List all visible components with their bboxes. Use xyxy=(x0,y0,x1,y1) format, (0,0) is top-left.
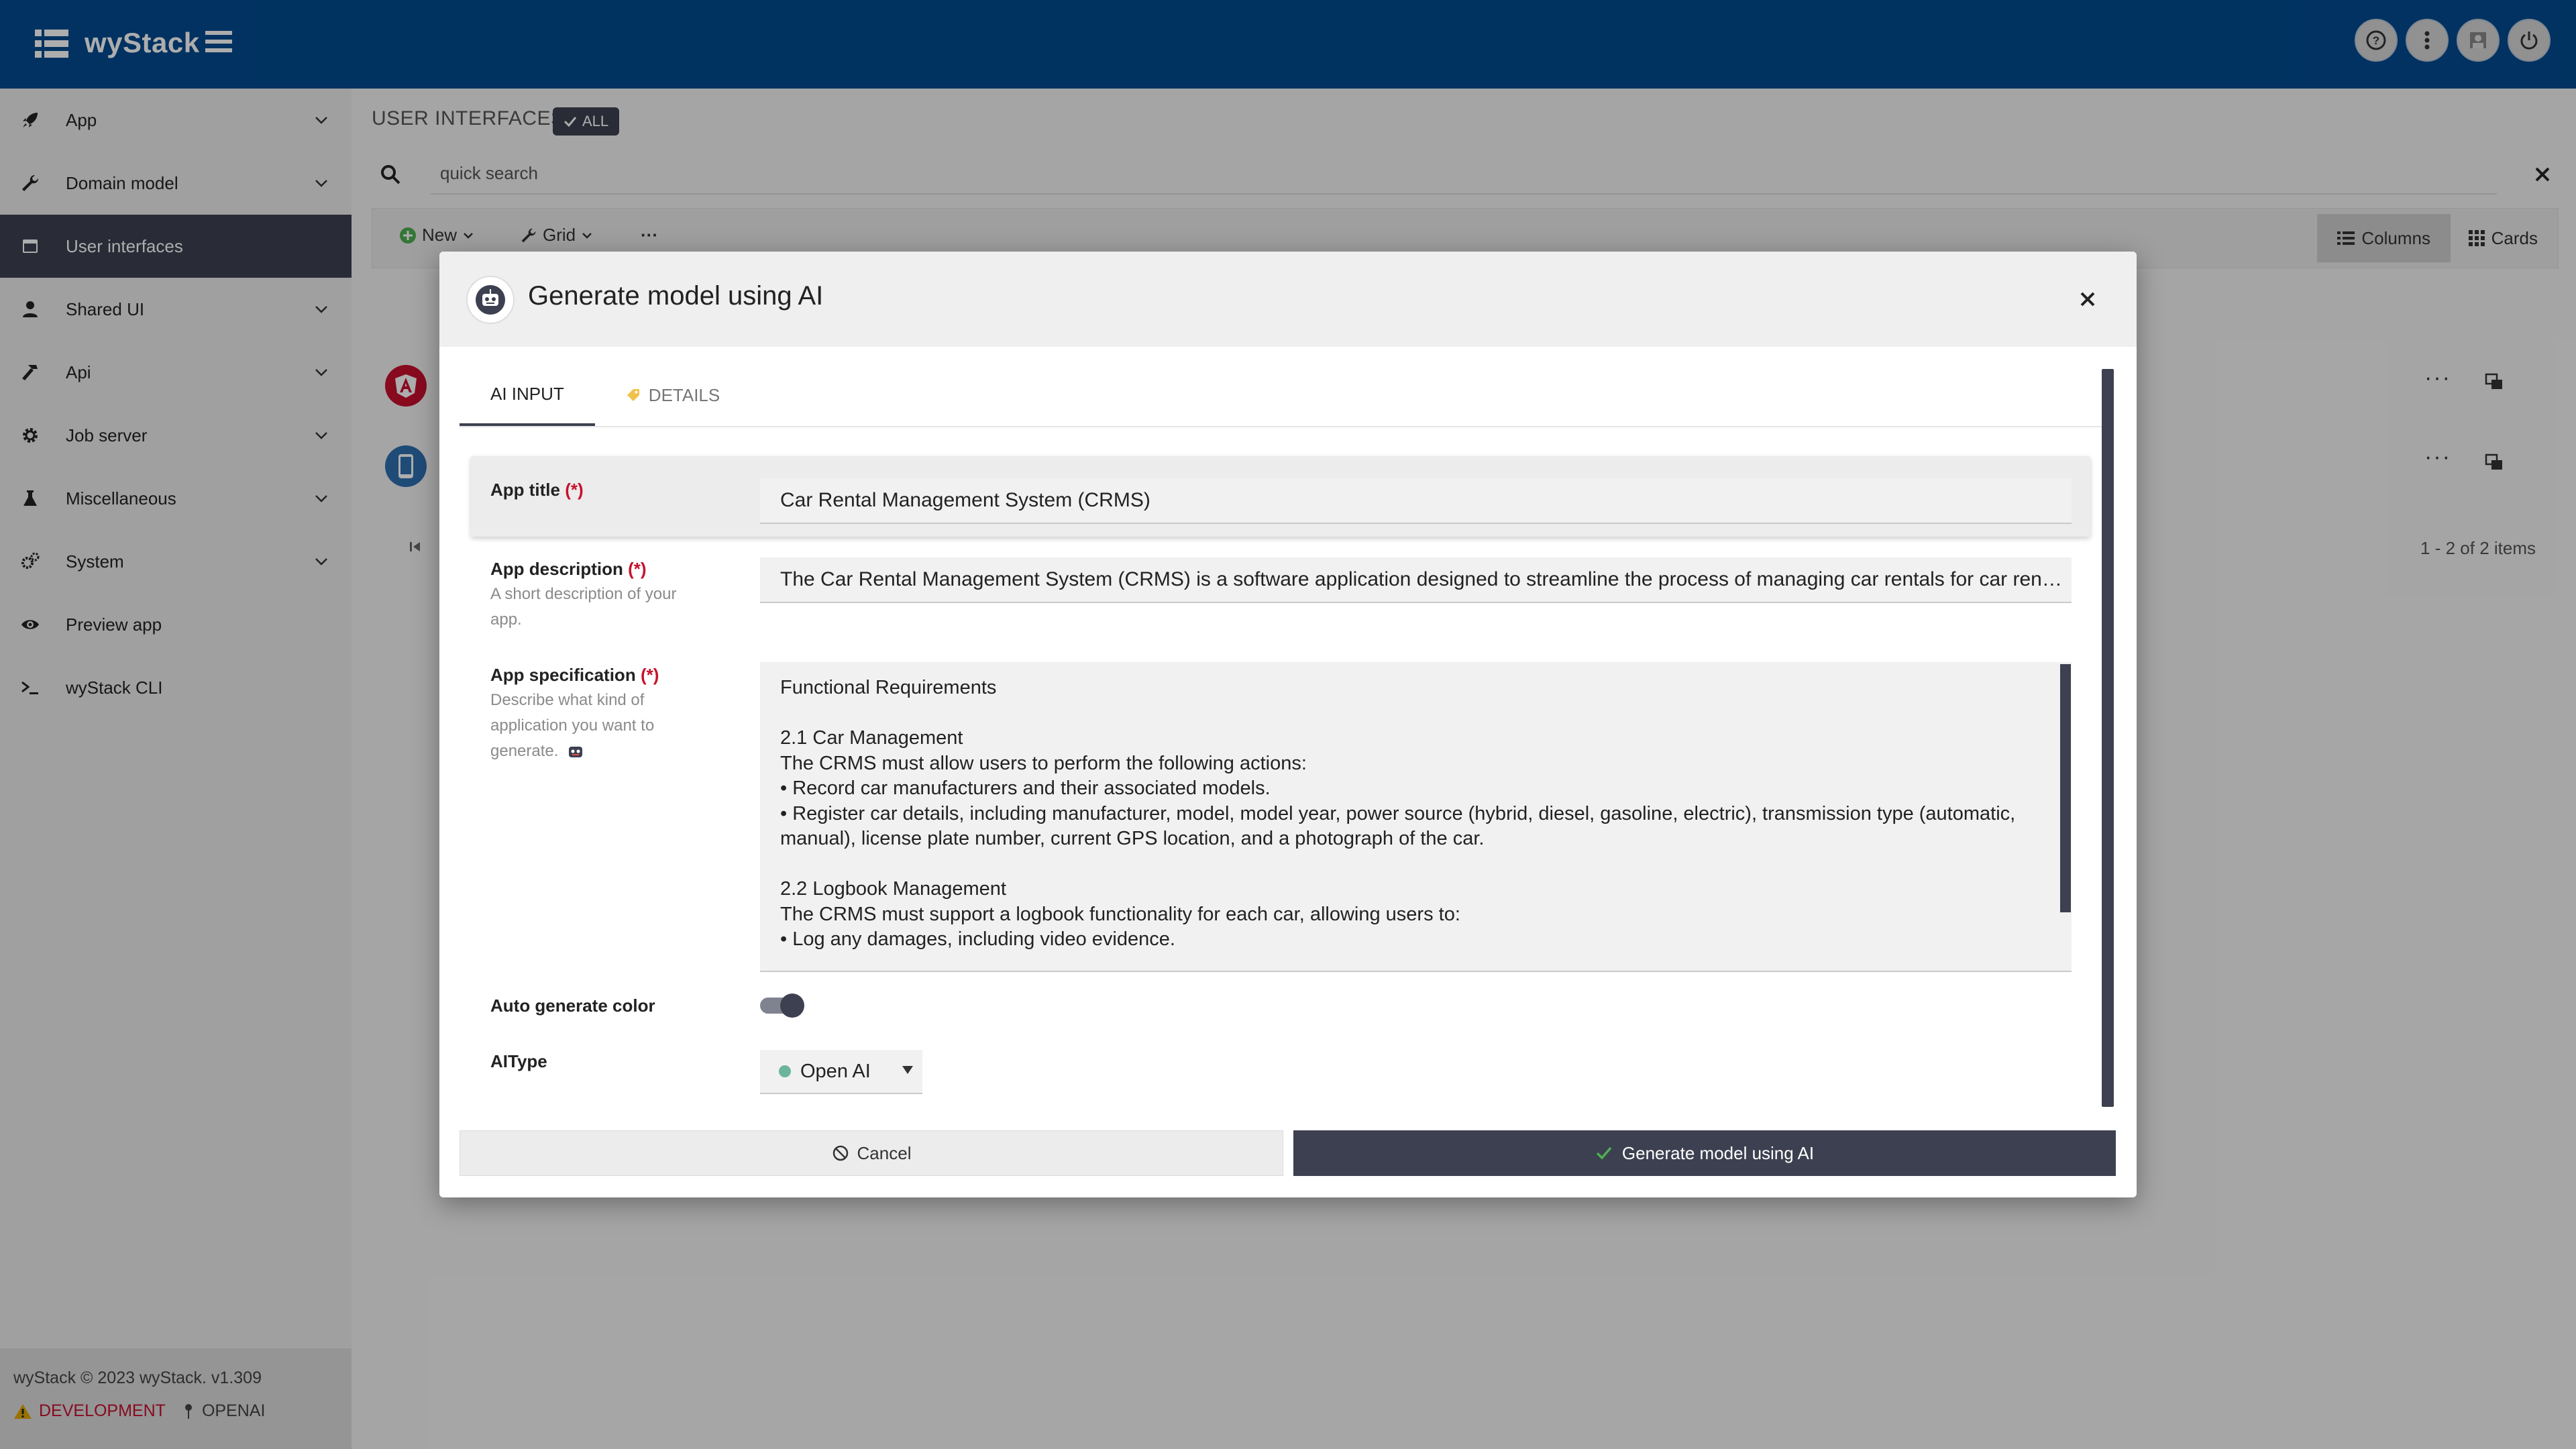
dialog-title: Generate model using AI xyxy=(528,281,824,311)
auto-color-toggle[interactable] xyxy=(760,994,804,1018)
ai-type-value: Open AI xyxy=(800,1060,871,1082)
caret-down-icon xyxy=(902,1066,913,1074)
tab-label: AI INPUT xyxy=(490,383,564,404)
app-description-help: A short description of your app. xyxy=(490,585,677,629)
app-specification-help: Describe what kind of application you wa… xyxy=(490,688,712,764)
app-specification-textarea[interactable]: Functional Requirements 2.1 Car Manageme… xyxy=(760,662,2072,972)
dialog-tabs: AI INPUT DETAILS xyxy=(460,364,751,426)
tab-label: DETAILS xyxy=(648,384,720,405)
app-description-label-text: App description xyxy=(490,559,623,579)
app-specification-label-text: App specification xyxy=(490,665,636,685)
app-title-input[interactable]: Car Rental Management System (CRMS) xyxy=(760,478,2072,524)
app-description-label: App description (*) xyxy=(490,559,647,580)
textarea-scrollbar[interactable] xyxy=(2060,664,2071,912)
robot-icon xyxy=(476,285,505,315)
ai-type-select[interactable]: Open AI xyxy=(760,1050,922,1094)
app-title-label: App title (*) xyxy=(490,480,584,500)
robot-icon xyxy=(569,746,583,757)
app-specification-label: App specification (*) xyxy=(490,665,659,686)
toggle-knob xyxy=(780,994,804,1018)
required-mark: (*) xyxy=(565,480,584,500)
tab-ai-input[interactable]: AI INPUT xyxy=(460,364,595,426)
cancel-button-label: Cancel xyxy=(857,1142,912,1163)
ai-type-label: AIType xyxy=(490,1051,547,1071)
robot-avatar xyxy=(466,276,515,324)
generate-button-label: Generate model using AI xyxy=(1621,1142,1815,1163)
generate-model-button[interactable]: Generate model using AI xyxy=(1293,1130,2116,1176)
required-mark: (*) xyxy=(628,559,647,579)
app-description-input[interactable]: The Car Rental Management System (CRMS) … xyxy=(760,557,2072,603)
generate-model-dialog: Generate model using AI AI INPUT DETAILS… xyxy=(439,252,2137,1197)
dialog-header: Generate model using AI xyxy=(439,252,2137,347)
cancel-button[interactable]: Cancel xyxy=(460,1130,1283,1176)
tabs-divider xyxy=(460,426,2110,427)
check-icon xyxy=(1596,1146,1612,1160)
tab-details[interactable]: DETAILS xyxy=(595,364,751,426)
auto-color-label: Auto generate color xyxy=(490,996,655,1016)
required-mark: (*) xyxy=(640,665,659,685)
tag-icon xyxy=(627,389,639,401)
dialog-scrollbar[interactable] xyxy=(2102,369,2114,1107)
app-title-label-text: App title xyxy=(490,480,560,500)
status-dot xyxy=(779,1065,791,1077)
ban-icon xyxy=(833,1145,848,1161)
close-icon[interactable] xyxy=(2078,289,2098,309)
